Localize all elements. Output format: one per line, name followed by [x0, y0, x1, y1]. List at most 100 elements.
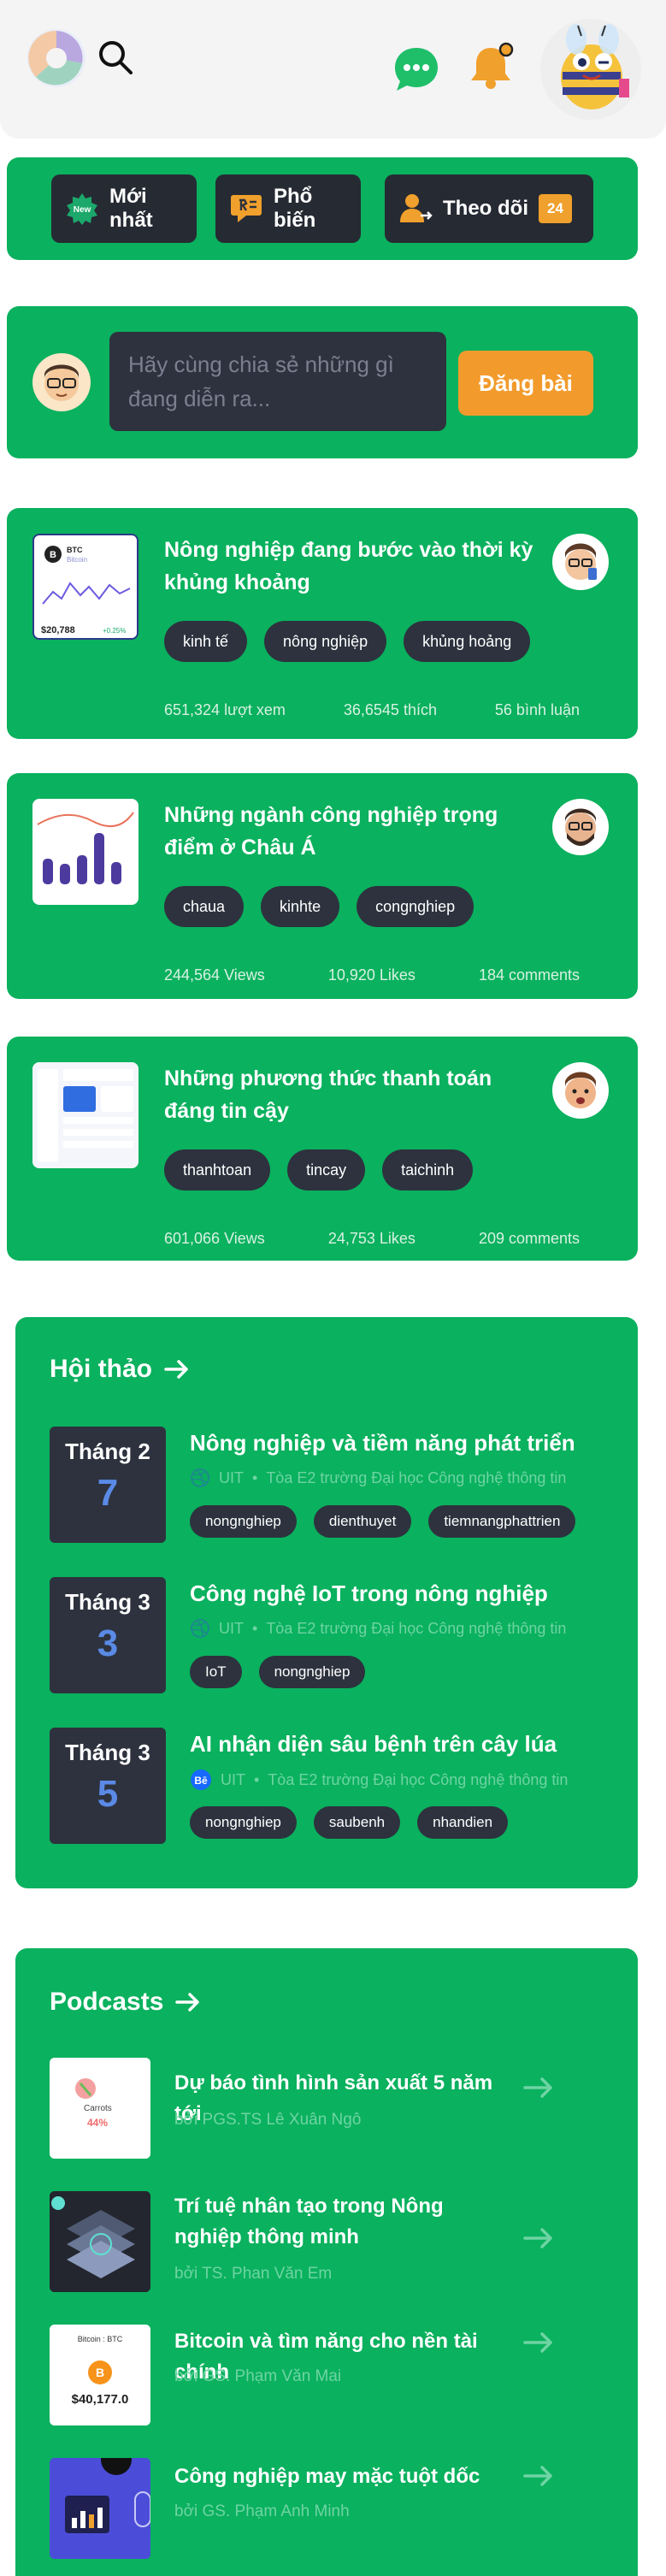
- podcast-thumbnail: Carrots 44%: [50, 2058, 150, 2159]
- arrow-right-icon: [164, 1360, 188, 1379]
- post-comments: 56 bình luận: [494, 701, 580, 718]
- btc-name: Bitcoin: [67, 556, 87, 564]
- podcast-author: bởi PGS.TS Lê Xuân Ngô: [174, 2111, 362, 2129]
- workshop-title[interactable]: Nông nghiệp và tiềm năng phát triển: [190, 1430, 575, 1456]
- workshop-location: Tòa E2 trường Đại học Công nghệ thông ti…: [266, 1468, 567, 1486]
- btc-symbol: BTC: [67, 546, 83, 554]
- workshop-tags: nongnghiep dienthuyet tiemnangphattrien: [190, 1505, 576, 1538]
- btc-change: +0.25%: [103, 627, 126, 635]
- workshop-tag[interactable]: nongnghiep: [190, 1505, 297, 1538]
- workshop-month: Tháng 3: [65, 1740, 150, 1765]
- workshop-tags: IoT nongnghiep: [190, 1656, 366, 1688]
- podcast-author: bởi GS. Phạm Văn Mai: [174, 2367, 342, 2385]
- podcast-item[interactable]: Công nghiệp may mặc tuột dốc bởi GS. Phạ…: [50, 2458, 563, 2559]
- arrow-right-icon[interactable]: [522, 2330, 556, 2355]
- workshop-tag[interactable]: nongnghiep: [190, 1806, 297, 1839]
- author-avatar[interactable]: [552, 799, 609, 855]
- popular-icon: [231, 195, 262, 222]
- arrow-right-icon[interactable]: [522, 2075, 556, 2100]
- separator-dot: •: [252, 1619, 258, 1637]
- post-stats: 651,324 lượt xem 36,6545 thích 56 bình l…: [164, 701, 580, 719]
- workshop-day: 3: [97, 1622, 119, 1664]
- workshop-meta: Bē UIT • Tòa E2 trường Đại học Công nghệ…: [190, 1769, 568, 1791]
- workshop-tag[interactable]: saubenh: [313, 1806, 401, 1839]
- post-comments: 184 comments: [478, 966, 580, 984]
- podcast-item[interactable]: Bitcoin : BTC B $40,177.0 Bitcoin và tìm…: [50, 2325, 563, 2425]
- podcasts-header[interactable]: Podcasts: [50, 1988, 201, 2017]
- filter-popular-button[interactable]: Phổ biến: [215, 174, 361, 243]
- workshops-header[interactable]: Hội thảo: [50, 1355, 190, 1384]
- podcast-item[interactable]: Carrots 44% Dự báo tình hình sản xuất 5 …: [50, 2058, 563, 2159]
- workshop-date: Tháng 2 7: [50, 1427, 166, 1543]
- user-avatar[interactable]: [540, 19, 641, 120]
- post-tag[interactable]: tincay: [287, 1149, 366, 1191]
- post-submit-button[interactable]: Đăng bài: [458, 351, 593, 416]
- author-avatar[interactable]: [552, 534, 609, 590]
- notification-bell-icon[interactable]: [465, 41, 516, 92]
- workshop-tag[interactable]: tiemnangphattrien: [428, 1505, 576, 1538]
- dribbble-icon: [191, 1468, 209, 1487]
- post-title[interactable]: Những ngành công nghiệp trọng điểm ở Châ…: [164, 799, 540, 864]
- workshop-location: Tòa E2 trường Đại học Công nghệ thông ti…: [268, 1770, 569, 1788]
- behance-icon: Bē: [191, 1770, 211, 1790]
- post-tag[interactable]: kinh tế: [164, 621, 248, 662]
- feed-filter-bar: New Mới nhất Phổ biến Theo dõi 24: [7, 157, 638, 260]
- post-tag[interactable]: thanhtoan: [164, 1149, 271, 1191]
- workshop-tag[interactable]: dienthuyet: [313, 1505, 412, 1538]
- workshop-tag[interactable]: nongnghiep: [258, 1656, 366, 1688]
- filter-popular-label: Phổ biến: [274, 185, 316, 232]
- post-tags: kinh tế nông nghiệp khủng hoảng: [164, 621, 531, 662]
- search-icon[interactable]: [96, 38, 135, 77]
- post-tag[interactable]: kinhte: [261, 886, 340, 927]
- post-tag[interactable]: nông nghiệp: [264, 621, 387, 662]
- podcast-thumbnail: Bitcoin : BTC B $40,177.0: [50, 2325, 150, 2425]
- separator-dot: •: [254, 1770, 260, 1788]
- workshop-tag[interactable]: nhandien: [417, 1806, 509, 1839]
- composer-avatar: [32, 353, 91, 411]
- post-tag[interactable]: chaua: [164, 886, 245, 927]
- podcasts-title: Podcasts: [50, 1988, 164, 2016]
- chat-icon[interactable]: [392, 44, 441, 94]
- workshop-org: UIT: [219, 1619, 244, 1637]
- follow-icon: [400, 194, 433, 222]
- workshop-title[interactable]: Công nghệ IoT trong nông nghiệp: [190, 1580, 548, 1607]
- arrow-right-icon[interactable]: [522, 2225, 556, 2251]
- podcast-title[interactable]: Trí tuệ nhân tạo trong Nông nghiệp thông…: [174, 2191, 499, 2253]
- podcast-thumb-value: 44%: [87, 2117, 108, 2129]
- filter-newest-button[interactable]: New Mới nhất: [51, 174, 197, 243]
- post-title[interactable]: Những phương thức thanh toán đáng tin cậ…: [164, 1062, 540, 1127]
- workshop-org: UIT: [219, 1468, 244, 1486]
- workshop-item[interactable]: Tháng 3 5 AI nhận diện sâu bệnh trên cây…: [50, 1728, 614, 1847]
- podcast-author: bởi GS. Phạm Anh Minh: [174, 2502, 350, 2520]
- post-views: 244,564 Views: [164, 966, 265, 984]
- post-tag[interactable]: congnghiep: [357, 886, 474, 927]
- app-logo[interactable]: [24, 26, 89, 91]
- new-badge-icon: New: [67, 193, 97, 225]
- post-card[interactable]: Những ngành công nghiệp trọng điểm ở Châ…: [7, 773, 638, 999]
- arrow-right-icon[interactable]: [522, 2463, 556, 2489]
- post-input-placeholder: Hãy cùng chia sẻ những gì đang diễn ra..…: [128, 352, 394, 411]
- workshops-title: Hội thảo: [50, 1355, 152, 1383]
- workshop-tags: nongnghiep saubenh nhandien: [190, 1806, 509, 1839]
- post-card[interactable]: Những phương thức thanh toán đáng tin cậ…: [7, 1037, 638, 1261]
- post-title[interactable]: Nông nghiệp đang bước vào thời kỳ khủng …: [164, 534, 540, 599]
- svg-text:Bē: Bē: [194, 1775, 208, 1787]
- post-card[interactable]: B BTC Bitcoin $20,788 +0.25% Nông nghiệp…: [7, 508, 638, 739]
- podcast-title[interactable]: Công nghiệp may mặc tuột dốc: [174, 2461, 499, 2492]
- post-input[interactable]: Hãy cùng chia sẻ những gì đang diễn ra..…: [109, 332, 446, 431]
- podcast-item[interactable]: Trí tuệ nhân tạo trong Nông nghiệp thông…: [50, 2191, 563, 2292]
- author-avatar[interactable]: [552, 1062, 609, 1119]
- podcast-thumbnail: [50, 2191, 150, 2292]
- workshop-item[interactable]: Tháng 2 7 Nông nghiệp và tiềm năng phát …: [50, 1427, 614, 1546]
- workshop-tag[interactable]: IoT: [190, 1656, 242, 1688]
- filter-following-button[interactable]: Theo dõi 24: [385, 174, 593, 243]
- post-tag[interactable]: khủng hoảng: [404, 621, 531, 662]
- post-tags: thanhtoan tincay taichinh: [164, 1149, 474, 1191]
- post-tags: chaua kinhte congnghiep: [164, 886, 474, 927]
- post-tag[interactable]: taichinh: [382, 1149, 474, 1191]
- workshop-title[interactable]: AI nhận diện sâu bệnh trên cây lúa: [190, 1731, 557, 1758]
- post-thumbnail: B BTC Bitcoin $20,788 +0.25%: [32, 534, 139, 640]
- workshop-meta: UIT • Tòa E2 trường Đại học Công nghệ th…: [190, 1468, 566, 1488]
- workshop-item[interactable]: Tháng 3 3 Công nghệ IoT trong nông nghiệ…: [50, 1577, 614, 1697]
- svg-text:B: B: [96, 2366, 104, 2379]
